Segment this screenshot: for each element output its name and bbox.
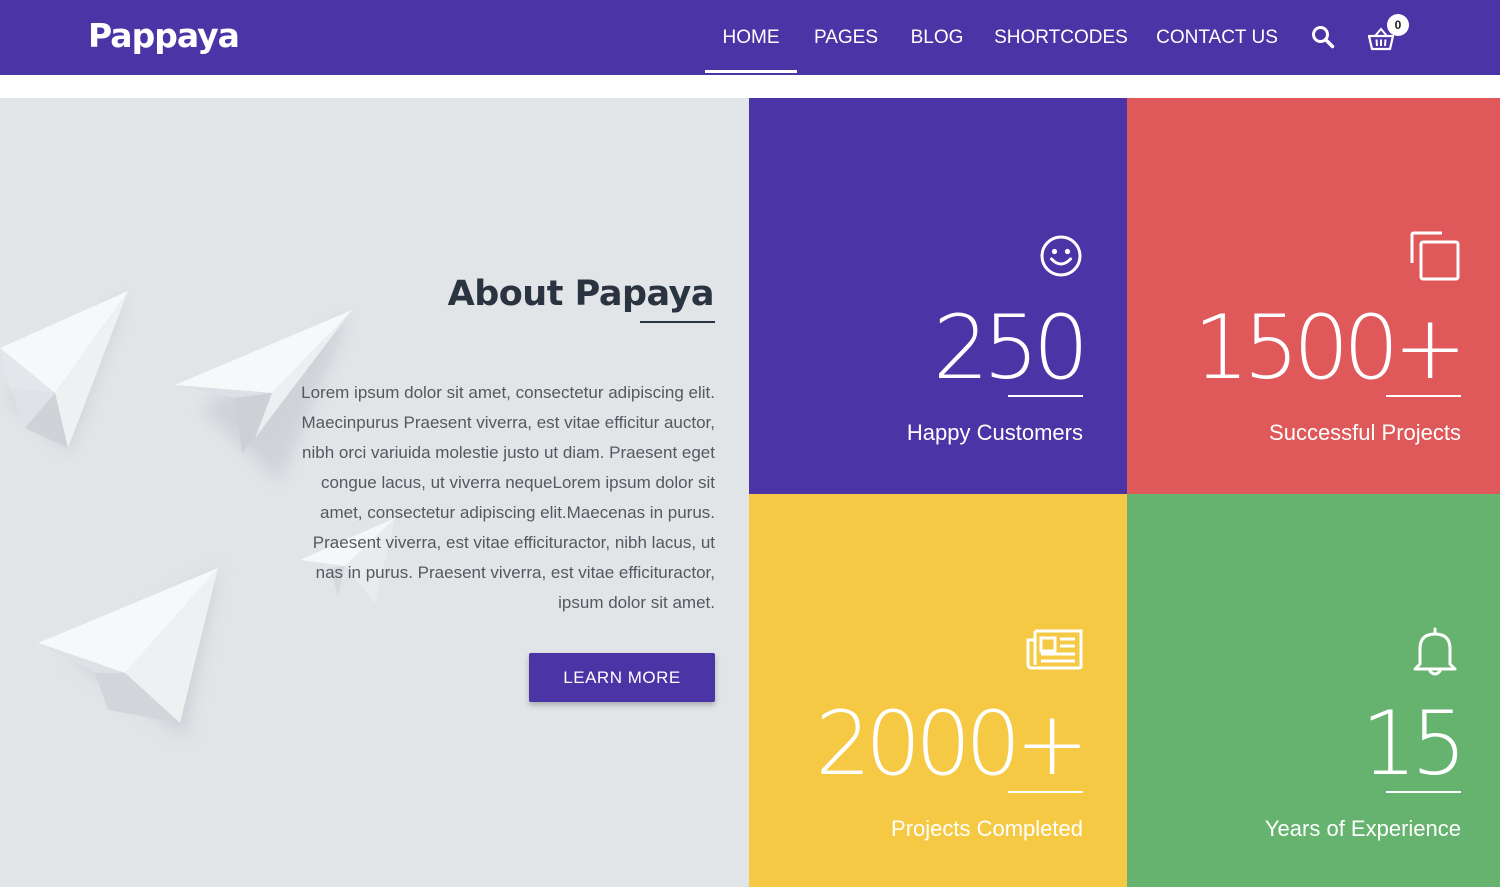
stat-underline (1008, 395, 1083, 397)
nav-contact-us[interactable]: CONTACT US (1153, 0, 1281, 75)
stat-label: Years of Experience (1264, 816, 1461, 841)
about-description: Lorem ipsum dolor sit amet, consectetur … (301, 383, 715, 612)
smiley-icon (1039, 234, 1083, 278)
stat-label: Happy Customers (906, 420, 1083, 445)
header-spacer (0, 75, 1500, 98)
site-logo[interactable]: Pappaya (88, 16, 240, 56)
stat-underline (1008, 791, 1083, 793)
search-icon[interactable] (1311, 25, 1335, 49)
top-navbar: Pappaya HOME PAGES BLOG SHORTCODES CONTA… (0, 0, 1500, 75)
stat-tile-successful-projects: 1500+ Successful Projects (1127, 98, 1500, 494)
cart-count-badge: 0 (1387, 14, 1409, 36)
about-title: About Papaya (447, 274, 715, 314)
stat-underline (1386, 395, 1461, 397)
stat-tile-happy-customers: 250 Happy Customers (749, 98, 1127, 494)
stat-underline (1386, 791, 1461, 793)
stat-tile-projects-completed: 2000+ Projects Completed (749, 494, 1127, 887)
stat-number: 1500+ (1193, 296, 1467, 399)
learn-more-button[interactable]: LEARN MORE (529, 653, 715, 702)
stat-number: 250 (933, 296, 1089, 399)
stat-label: Projects Completed (891, 816, 1083, 841)
about-section: About Papaya Lorem ipsum dolor sit amet,… (0, 98, 749, 887)
nav-home[interactable]: HOME (705, 0, 797, 75)
title-underline (640, 321, 715, 323)
nav-pages[interactable]: PAGES (812, 0, 880, 75)
stat-number: 15 (1361, 692, 1467, 795)
stat-number: 2000+ (815, 692, 1089, 795)
bell-icon (1411, 626, 1459, 678)
nav-blog[interactable]: BLOG (905, 0, 969, 75)
nav-shortcodes[interactable]: SHORTCODES (992, 0, 1130, 75)
stat-tile-years-experience: 15 Years of Experience (1127, 494, 1500, 887)
copy-icon (1409, 230, 1461, 282)
newspaper-icon (1026, 628, 1084, 670)
stat-label: Successful Projects (1269, 420, 1461, 445)
